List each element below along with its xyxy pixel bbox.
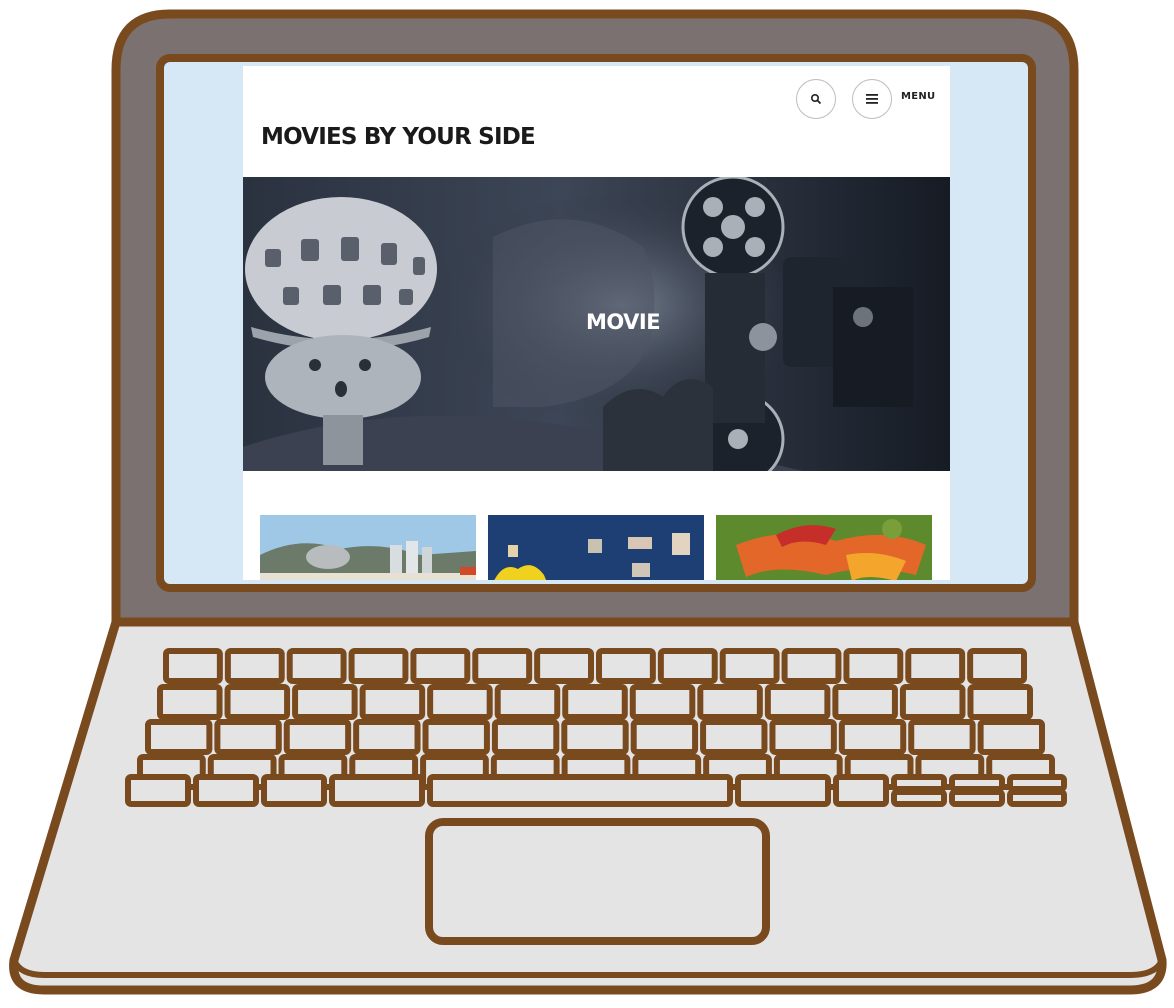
keyboard-key [719,648,780,684]
hero-banner[interactable]: MOVIE [243,177,950,471]
keyboard-key [764,684,831,720]
keyboard-key [353,719,421,755]
keyboard-key [899,684,966,720]
keyboard-key [908,719,976,755]
keyboard-key [214,719,282,755]
keyboard-key [348,648,409,684]
keyboard-key [561,719,629,755]
keyboard-key [427,684,493,720]
hero-title[interactable]: MOVIE [243,310,950,334]
keyboard-key [562,684,628,720]
keyboard-key [427,774,733,807]
keyboard-key [472,648,533,684]
keyboard-key [157,684,223,720]
landscape-image [260,515,476,580]
keyboard [125,648,1067,807]
search-button[interactable] [796,79,836,119]
wall-frames-image [488,515,704,580]
web-page: MENU MOVIES BY YOUR SIDE MOVIE [243,66,950,580]
keyboard-key [629,684,696,720]
keyboard-key [410,648,471,684]
keyboard-key [491,719,560,755]
keyboard-key [949,774,1005,792]
keyboard-key [193,774,259,807]
keyboard-key [697,684,763,720]
keyboard-key [224,684,291,720]
keyboard-key [494,684,561,720]
site-title[interactable]: MOVIES BY YOUR SIDE [261,124,536,150]
keyboard-key [1007,789,1067,807]
keyboard-key [700,719,768,755]
keyboard-key [534,648,595,684]
keyboard-key [163,648,223,684]
keyboard-key [905,648,966,684]
keyboard-key [283,719,352,755]
keyboard-key [967,684,1034,720]
menu-button[interactable] [852,79,892,119]
keyboard-key [1007,774,1067,792]
keyboard-key [292,684,358,720]
keyboard-key [967,648,1028,684]
keyboard-key [832,684,898,720]
keyboard-key [843,648,904,684]
keyboard-key [891,789,947,807]
hamburger-icon [866,94,878,104]
keyboard-key [125,774,191,807]
keyboard-key [735,774,831,807]
keyboard-key [977,719,1045,755]
keyboard-key [838,719,907,755]
keyboard-key [359,684,426,720]
keyboard-key [833,774,889,807]
keyboard-key [145,719,213,755]
laptop-screen: MENU MOVIES BY YOUR SIDE MOVIE [168,66,1024,580]
keyboard-key [286,648,347,684]
keyboard-key [949,789,1005,807]
autumn-leaves-image [716,515,932,580]
keyboard-key [630,719,699,755]
keyboard-key [781,648,842,684]
keyboard-key [891,774,947,792]
keyboard-key [657,648,718,684]
landscape-thumbnail[interactable] [260,515,476,580]
autumn-leaves-thumbnail[interactable] [716,515,932,580]
menu-label[interactable]: MENU [901,91,935,102]
keyboard-key [329,774,425,807]
keyboard-key [769,719,837,755]
keyboard-key [596,648,656,684]
wall-frames-thumbnail[interactable] [488,515,704,580]
search-icon [810,93,822,105]
keyboard-key [422,719,490,755]
keyboard-key [261,774,327,807]
keyboard-key [224,648,285,684]
trackpad [425,818,770,945]
